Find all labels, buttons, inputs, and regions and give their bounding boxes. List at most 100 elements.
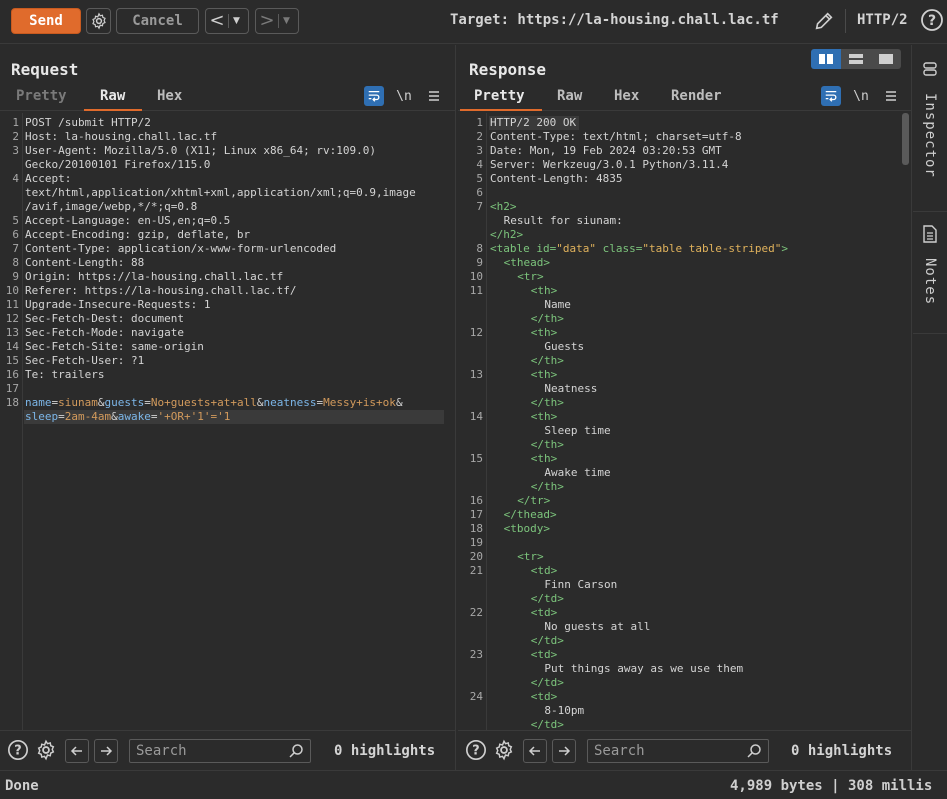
param-name: guests	[104, 396, 145, 409]
layout-side-by-side-button[interactable]	[811, 49, 841, 69]
param-value: '+OR+'1'='1	[157, 410, 231, 423]
request-editor[interactable]: 1 POST /submit HTTP/2 2 Host: la-housing.ch…	[0, 113, 455, 730]
svg-text:?: ?	[472, 744, 479, 759]
line-number: 3	[12, 144, 19, 157]
response-panel: Response Pretty Raw Hex Render \n 1 HTTP/…	[458, 45, 912, 770]
line-number: 17	[5, 382, 19, 395]
header-value: navigate	[130, 326, 184, 339]
menu-icon[interactable]	[881, 86, 901, 106]
response-text: 8-10pm	[544, 704, 585, 717]
tab-response-render[interactable]: Render	[671, 88, 722, 104]
param-value: siunam	[58, 396, 98, 409]
settings-button[interactable]	[86, 8, 111, 34]
notes-tab[interactable]: Notes	[913, 212, 947, 334]
request-line: Referer: https://la-housing.chall.lac.tf…	[25, 284, 297, 297]
response-line: </th>	[531, 354, 564, 368]
line-number: 12	[469, 326, 483, 339]
previous-match-button[interactable]	[65, 739, 89, 763]
svg-text:?: ?	[928, 13, 936, 29]
show-newlines-icon[interactable]: \n	[851, 86, 871, 106]
previous-match-button[interactable]	[523, 739, 547, 763]
line-number: 11	[469, 284, 483, 297]
notes-icon	[923, 225, 937, 243]
header-name: Sec-Fetch-User	[25, 354, 118, 367]
back-nav-group[interactable]: < ▼	[205, 8, 249, 34]
response-line: </td>	[531, 676, 564, 690]
protocol-label[interactable]: HTTP/2	[857, 12, 908, 28]
menu-icon[interactable]	[424, 86, 444, 106]
layout-stacked-button[interactable]	[841, 49, 871, 69]
html-tag: <th>	[530, 368, 558, 381]
inspector-tab[interactable]: Inspector	[913, 45, 947, 212]
response-scrollbar[interactable]	[902, 113, 909, 165]
forward-arrow-icon[interactable]: >	[256, 9, 278, 33]
param-name: name	[25, 396, 52, 409]
line-number: 1	[12, 116, 19, 129]
response-text: Guests	[544, 340, 585, 353]
single-view-icon	[879, 54, 893, 64]
gear-icon	[91, 12, 106, 30]
cancel-button[interactable]: Cancel	[116, 8, 199, 34]
line-number: 18	[469, 522, 483, 535]
response-text: Neatness	[544, 382, 598, 395]
next-match-button[interactable]	[552, 739, 576, 763]
arrow-left-icon	[528, 746, 540, 756]
help-icon[interactable]: ?	[7, 739, 29, 761]
line-number: 9	[476, 256, 483, 269]
tab-response-hex[interactable]: Hex	[614, 88, 639, 104]
response-editor[interactable]: 1 HTTP/2 200 OK 2 Content-Type: text/html; …	[458, 113, 911, 730]
line-number: 4	[12, 172, 19, 185]
inspector-icon	[923, 62, 937, 76]
response-search-box	[587, 739, 769, 763]
help-icon[interactable]: ?	[465, 739, 487, 761]
line-number: 17	[469, 508, 483, 521]
gear-icon[interactable]	[35, 739, 57, 761]
columns-icon	[819, 54, 833, 64]
active-tab-underline	[460, 109, 542, 111]
tab-response-pretty[interactable]: Pretty	[474, 88, 525, 104]
html-tag: </td>	[530, 634, 564, 647]
arrow-right-icon	[559, 746, 571, 756]
header-name: Upgrade-Insecure-Requests	[25, 298, 191, 311]
html-tag: </h2>	[490, 228, 524, 241]
layout-single-button[interactable]	[871, 49, 901, 69]
line-number: 5	[476, 172, 483, 185]
request-line-text: POST /submit HTTP/2	[25, 116, 151, 129]
line-number: 15	[469, 452, 483, 465]
request-line: Accept-Encoding: gzip, deflate, br	[25, 228, 251, 241]
request-panel: Request Pretty Raw Hex \n 1 POST /submit …	[0, 45, 456, 770]
html-attr-name: class=	[595, 242, 643, 255]
forward-nav-group[interactable]: > ▼	[255, 8, 299, 34]
wrap-lines-icon[interactable]	[364, 86, 384, 106]
back-arrow-icon[interactable]: <	[206, 9, 228, 33]
tab-request-raw[interactable]: Raw	[100, 88, 125, 104]
header-value: Mozilla/5.0 (X11; Linux x86_64; rv:109.0…	[104, 144, 377, 157]
send-button[interactable]: Send	[11, 8, 81, 34]
back-dropdown-icon[interactable]: ▼	[228, 14, 244, 28]
response-search-input[interactable]	[594, 741, 744, 761]
line-number: 14	[469, 410, 483, 423]
html-tag: <th>	[530, 452, 558, 465]
line-number: 3	[476, 144, 483, 157]
next-match-button[interactable]	[94, 739, 118, 763]
notes-label: Notes	[922, 258, 938, 306]
tab-response-raw[interactable]: Raw	[557, 88, 582, 104]
request-search-input[interactable]	[136, 741, 286, 761]
edit-target-pencil-icon[interactable]	[813, 9, 835, 33]
forward-dropdown-icon[interactable]: ▼	[278, 14, 294, 28]
response-line: <tr>	[517, 550, 544, 564]
tab-request-pretty[interactable]: Pretty	[16, 88, 67, 104]
response-line: <td>	[531, 690, 558, 704]
header-value: https://la-housing.chall.lac.tf/	[84, 284, 297, 297]
header-name: Host	[25, 130, 52, 143]
gear-icon[interactable]	[493, 739, 515, 761]
request-body-line: name=siunam&guests=No+guests+at+all&neat…	[25, 396, 403, 409]
wrap-lines-icon[interactable]	[821, 86, 841, 106]
request-line-continuation: /avif,image/webp,*/*;q=0.8	[25, 200, 198, 213]
show-newlines-icon[interactable]: \n	[394, 86, 414, 106]
response-line: <td>	[531, 648, 558, 662]
tab-request-hex[interactable]: Hex	[157, 88, 182, 104]
help-icon[interactable]: ?	[920, 8, 944, 32]
param-name: sleep	[25, 410, 59, 423]
toolbar-divider	[845, 9, 846, 33]
